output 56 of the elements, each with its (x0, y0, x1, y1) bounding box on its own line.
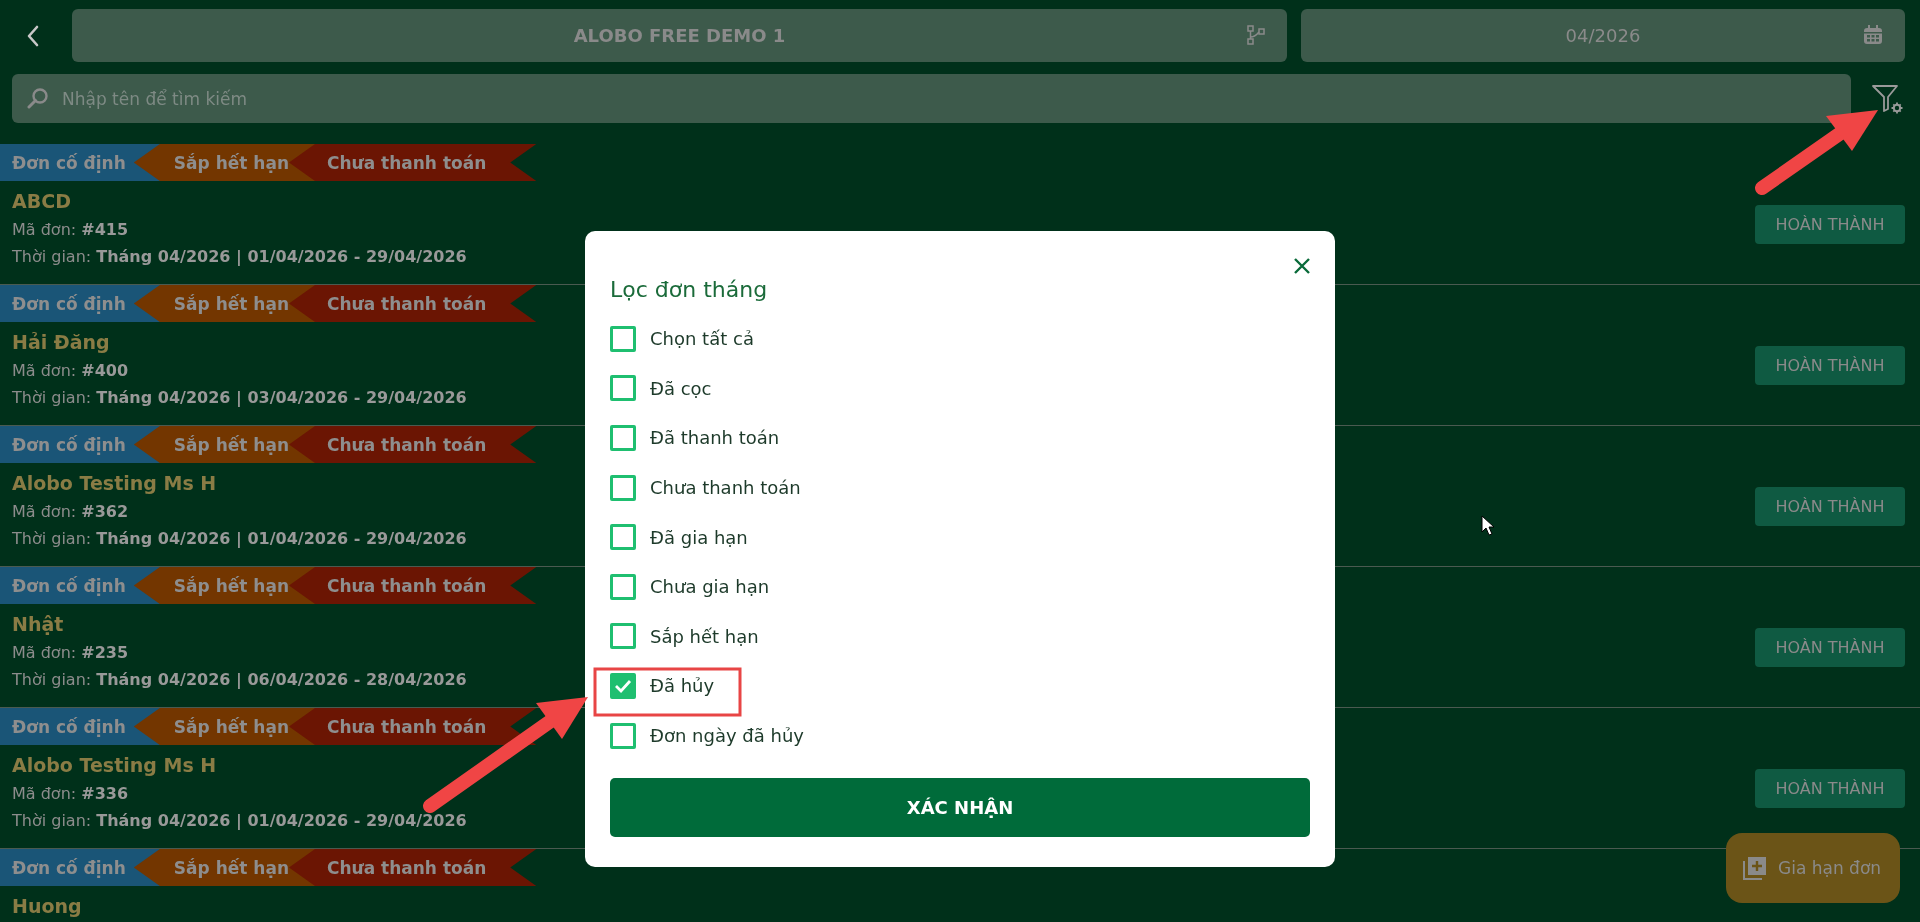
checkbox-label[interactable]: Đã hủy (650, 675, 715, 697)
mouse-cursor-icon (1481, 515, 1495, 536)
order-code: Mã đơn: #362 (12, 502, 130, 521)
checkbox[interactable] (610, 623, 636, 650)
customer-name: ABCD (12, 190, 72, 212)
status-tag: Chưa thanh toán (289, 144, 537, 181)
order-time: Thời gian: Tháng 04/2026 | 01/04/2026 - 29/04/2026 (12, 247, 468, 266)
checkbox[interactable] (610, 375, 636, 402)
checkbox[interactable] (610, 672, 636, 699)
calendar-icon (1863, 25, 1883, 45)
status-tag: Chưa thanh toán (289, 567, 537, 604)
status-tag: Đơn cố định (0, 567, 160, 604)
checkbox-label[interactable]: Sắp hết hạn (650, 625, 759, 647)
checkbox-label[interactable]: Chọn tất cả (650, 328, 754, 350)
checkbox-label[interactable]: Chưa gia hạn (650, 576, 770, 598)
customer-name: Hải Đăng (12, 331, 111, 353)
checkbox-label[interactable]: Đã cọc (650, 377, 712, 399)
status-tag: Đơn cố định (0, 426, 160, 463)
order-time: Thời gian: Tháng 04/2026 | 01/04/2026 - 29/04/2026 (12, 811, 468, 830)
order-code: Mã đơn: #415 (12, 220, 130, 239)
customer-name: Alobo Testing Ms H (12, 754, 218, 776)
order-time: Thời gian: Tháng 04/2026 | 01/04/2026 - 29/04/2026 (12, 529, 468, 548)
confirm-button[interactable]: XÁC NHẬN (610, 778, 1310, 838)
status-tag: Chưa thanh toán (289, 426, 537, 463)
status-tag: Đơn cố định (0, 285, 160, 322)
order-code: Mã đơn: #235 (12, 643, 130, 662)
close-icon (1293, 257, 1311, 275)
branch-icon (1247, 25, 1265, 45)
checkbox[interactable] (610, 325, 636, 352)
customer-name: Alobo Testing Ms H (12, 472, 218, 494)
order-time: Thời gian: Tháng 04/2026 | 06/04/2026 - 28/04/2026 (12, 670, 468, 689)
checkbox-label[interactable]: Đơn ngày đã hủy (650, 725, 804, 747)
checkbox[interactable] (610, 573, 636, 600)
customer-name: Huong (12, 895, 83, 917)
checkbox[interactable] (610, 474, 636, 501)
dialog-title: Lọc đơn tháng (610, 277, 769, 302)
checkbox-label[interactable]: Chưa thanh toán (650, 477, 801, 499)
chevron-left-icon (26, 24, 40, 47)
checkbox-label[interactable]: Đã thanh toán (650, 427, 780, 449)
status-tag: Chưa thanh toán (289, 285, 537, 322)
status-tag: Đơn cố định (0, 708, 160, 745)
status-tag: Chưa thanh toán (289, 849, 537, 886)
checkbox[interactable] (610, 425, 636, 451)
status-tag: Đơn cố định (0, 849, 160, 886)
order-time: Thời gian: Tháng 04/2026 | 03/04/2026 - 29/04/2026 (12, 388, 468, 407)
checkbox-label[interactable]: Đã gia hạn (650, 526, 748, 548)
filter-gear-icon (1871, 82, 1903, 115)
status-tag: Đơn cố định (0, 144, 160, 181)
search-field[interactable]: Nhập tên để tìm kiếm (12, 74, 1851, 123)
checkbox[interactable] (610, 524, 636, 551)
order-code: Mã đơn: #400 (12, 361, 130, 380)
order-code: Mã đơn: #336 (12, 784, 130, 803)
checkmark-icon (614, 678, 632, 693)
checkbox[interactable] (610, 722, 636, 749)
copy-plus-icon (1742, 855, 1768, 881)
customer-name: Nhật (12, 613, 65, 635)
